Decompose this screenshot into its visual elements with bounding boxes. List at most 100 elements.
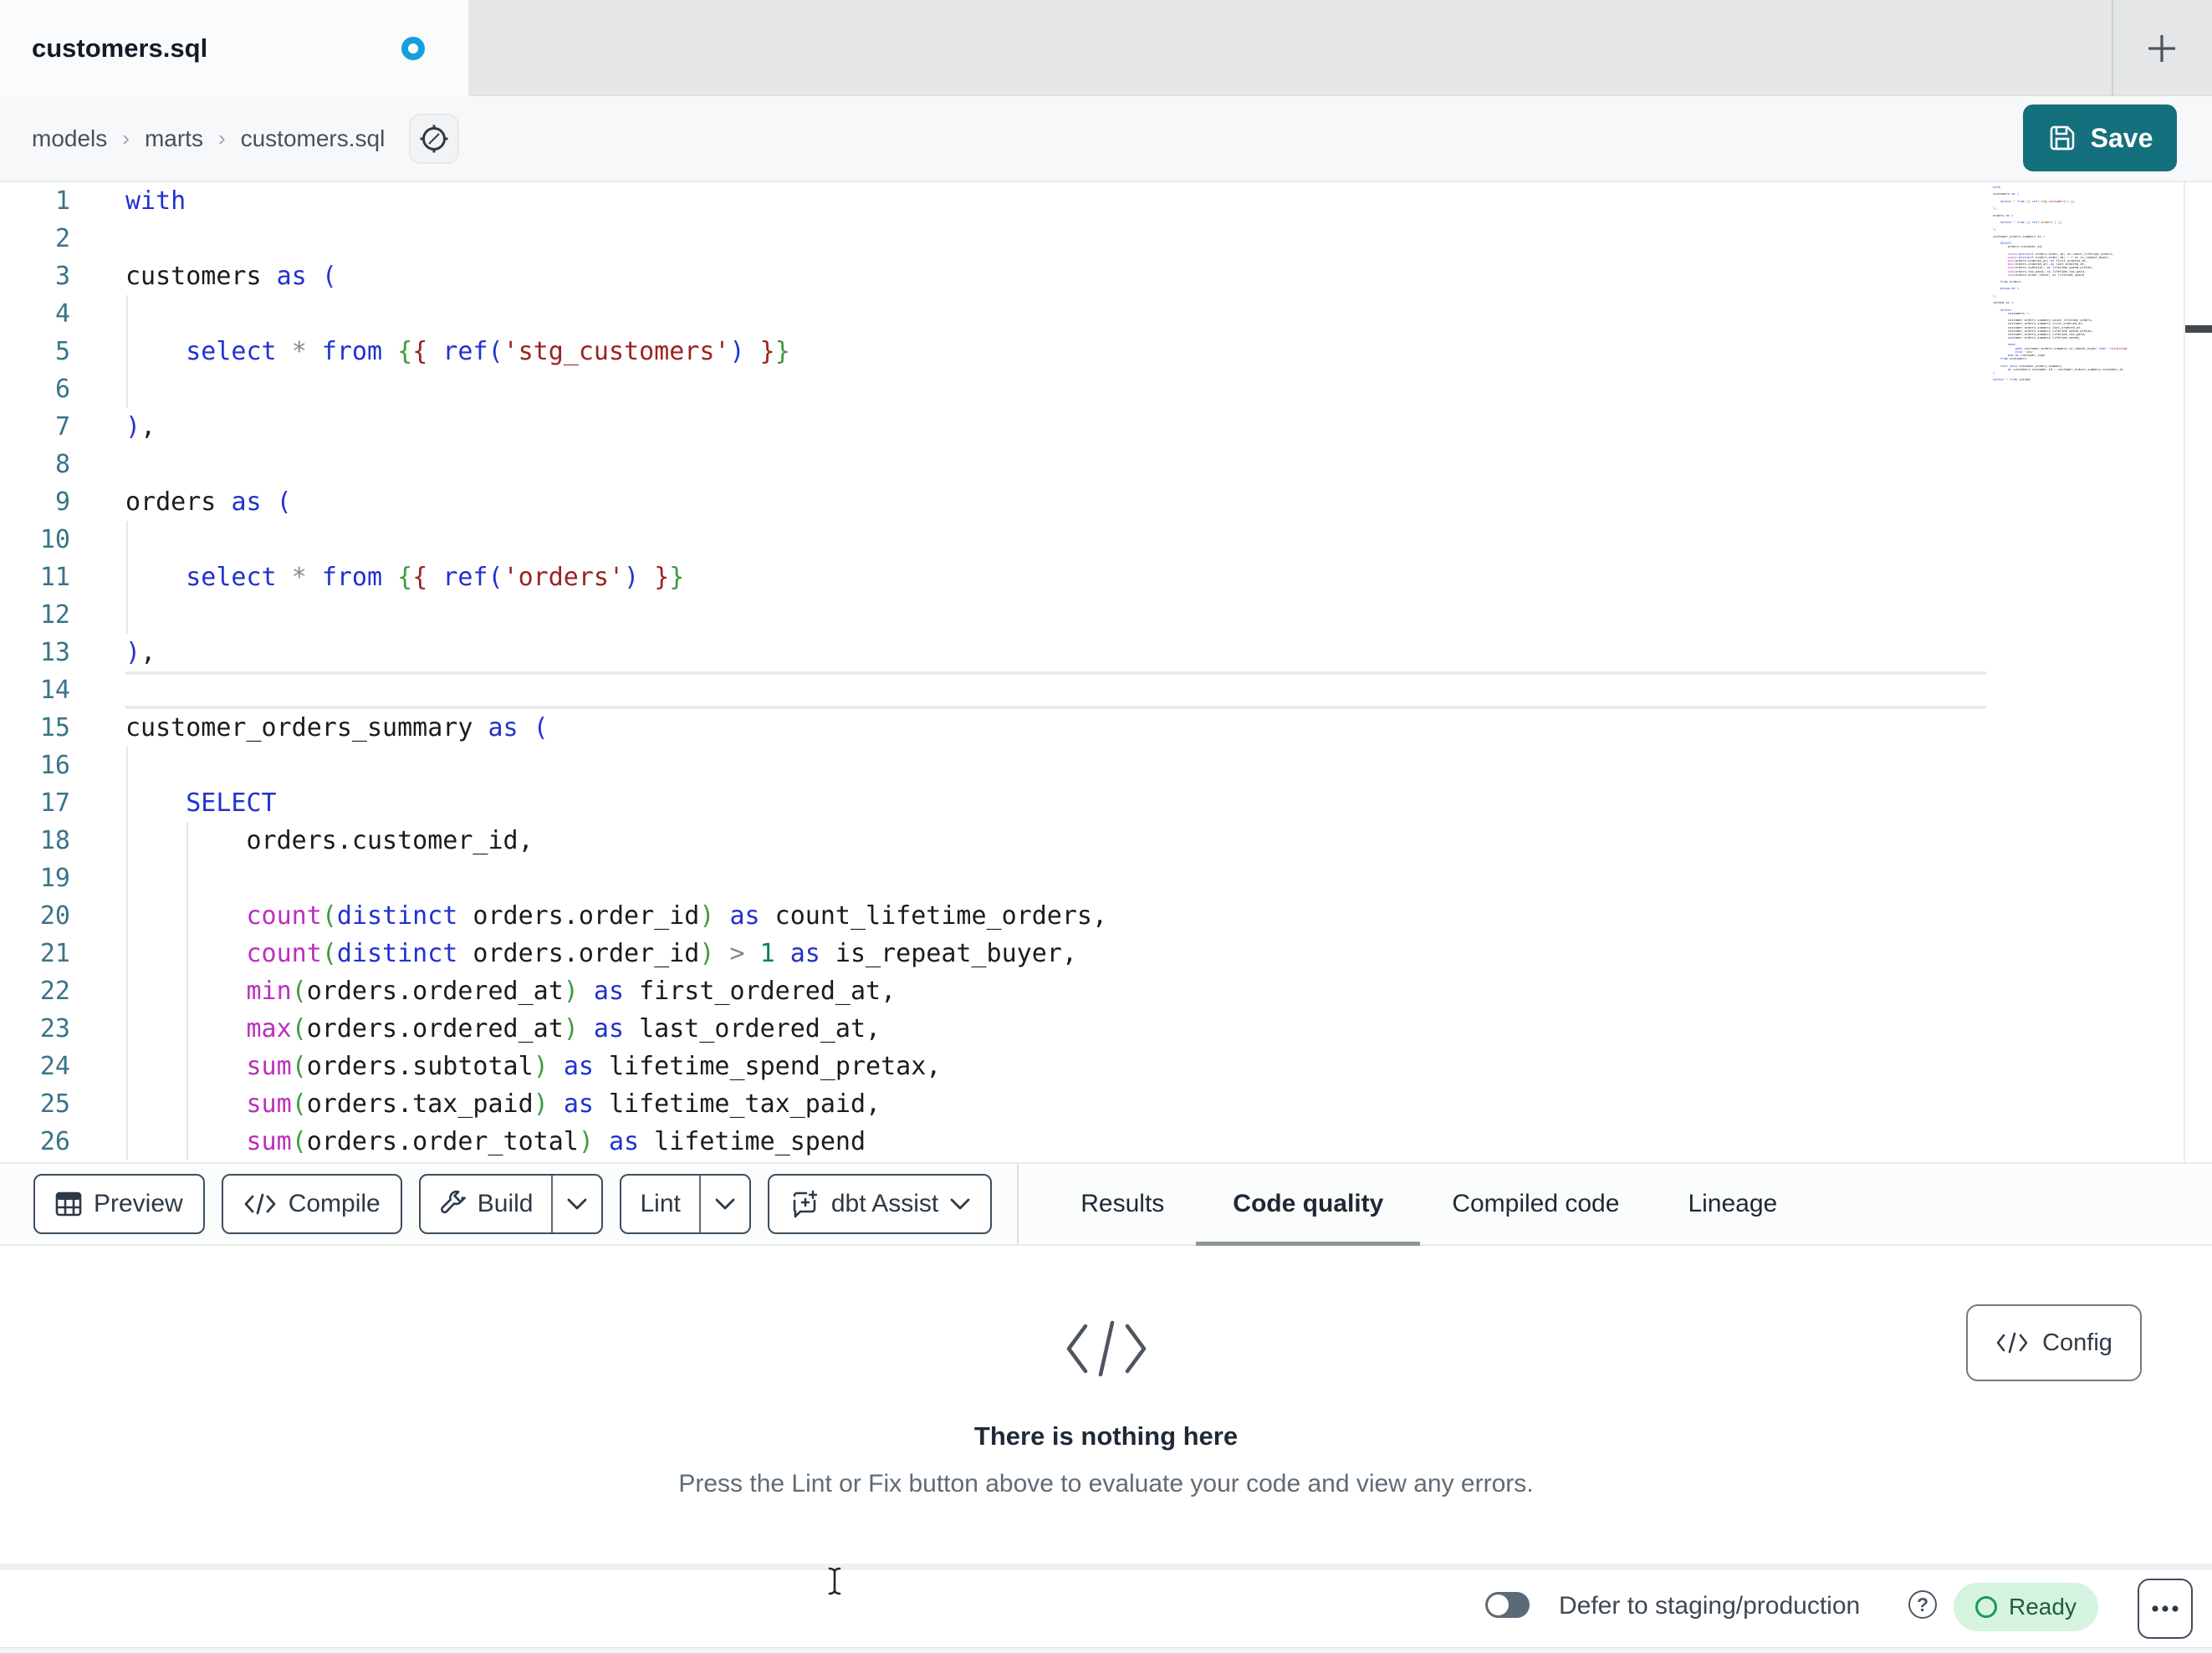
save-button-label: Save xyxy=(2090,122,2153,153)
code-line[interactable]: SELECT xyxy=(125,784,1986,822)
floppy-disk-icon xyxy=(2050,125,2074,151)
chevron-down-icon xyxy=(568,1198,587,1210)
wrench-icon xyxy=(440,1191,466,1214)
line-number-gutter: 1 2 3 4 5 6 7 8 9 10 11 12 13 14 15 16 17 18 19 20 21 22 23 24 2… xyxy=(0,182,125,1161)
build-button[interactable]: Build xyxy=(421,1176,552,1232)
line-number: 26 xyxy=(39,1127,70,1156)
window-bottom-edge xyxy=(0,1647,2212,1653)
code-line[interactable]: orders as ( xyxy=(125,483,1986,521)
editor-scrollbar-thumb[interactable] xyxy=(2185,325,2212,333)
line-number: 9 xyxy=(54,487,70,517)
indent-guide xyxy=(126,897,128,935)
code-line[interactable]: select * from {{ ref('stg_customers') }} xyxy=(125,333,1986,370)
code-line[interactable]: customers as ( xyxy=(125,258,1986,295)
code-line[interactable]: sum(orders.subtotal) as lifetime_spend_p… xyxy=(125,1048,1986,1085)
minimap[interactable]: with customers as ( select * from {{ ref(… xyxy=(1986,186,2184,382)
line-number: 24 xyxy=(39,1052,70,1081)
code-brackets-icon xyxy=(244,1193,276,1215)
lint-split-button: Lint xyxy=(620,1174,751,1234)
code-brackets-icon xyxy=(1066,1320,1146,1377)
tab-strip-divider xyxy=(2112,0,2113,95)
preview-button[interactable]: Preview xyxy=(33,1174,205,1234)
result-tab-compiled-code[interactable]: Compiled code xyxy=(1452,1164,1619,1244)
editor-tab-strip: customers.sql xyxy=(0,0,2212,96)
code-line[interactable]: count(distinct orders.order_id) as count… xyxy=(125,897,1986,935)
code-line[interactable]: with xyxy=(125,182,1986,220)
indent-guide xyxy=(126,1048,128,1085)
build-button-label: Build xyxy=(477,1190,534,1217)
file-tab-customers-sql[interactable]: customers.sql xyxy=(0,0,468,96)
line-number: 25 xyxy=(39,1089,70,1119)
code-line[interactable]: ), xyxy=(125,634,1986,671)
line-number: 11 xyxy=(39,563,70,592)
code-line[interactable]: max(orders.ordered_at) as last_ordered_a… xyxy=(125,1010,1986,1048)
line-number: 10 xyxy=(39,525,70,554)
code-content[interactable]: with customers as ( select * from {{ ref(… xyxy=(125,182,1986,1161)
code-line[interactable]: orders.customer_id, xyxy=(125,822,1986,860)
code-line[interactable]: ), xyxy=(125,408,1986,446)
result-tab-code-quality[interactable]: Code quality xyxy=(1196,1164,1421,1246)
code-line[interactable] xyxy=(125,671,1986,709)
navigate-model-button[interactable] xyxy=(409,114,459,164)
code-line[interactable] xyxy=(125,860,1986,897)
config-button[interactable]: Config xyxy=(1966,1304,2142,1381)
indent-guide xyxy=(186,935,189,972)
indent-guide xyxy=(126,559,128,596)
line-number: 14 xyxy=(39,676,70,705)
code-line[interactable] xyxy=(125,220,1986,258)
dbt-assist-button[interactable]: dbt Assist xyxy=(767,1174,993,1234)
table-grid-icon xyxy=(55,1191,82,1217)
line-number: 21 xyxy=(39,939,70,968)
code-line[interactable] xyxy=(125,596,1986,634)
indent-guide xyxy=(126,822,128,860)
code-line[interactable] xyxy=(125,295,1986,333)
line-number: 6 xyxy=(54,375,70,404)
indent-guide xyxy=(186,897,189,935)
line-number: 4 xyxy=(54,299,70,329)
defer-label: Defer to staging/production xyxy=(1559,1592,1861,1620)
code-line[interactable]: count(distinct orders.order_id) > 1 as i… xyxy=(125,935,1986,972)
line-number: 5 xyxy=(54,337,70,366)
line-number: 13 xyxy=(39,638,70,667)
code-line[interactable] xyxy=(125,370,1986,408)
code-line[interactable]: customer_orders_summary as ( xyxy=(125,709,1986,747)
unsaved-changes-dot-icon xyxy=(401,37,425,60)
indent-guide xyxy=(126,370,128,408)
line-number: 12 xyxy=(39,600,70,630)
lint-button[interactable]: Lint xyxy=(621,1176,698,1232)
save-button[interactable]: Save xyxy=(2023,105,2177,171)
new-tab-button[interactable] xyxy=(2138,24,2186,73)
more-options-button[interactable] xyxy=(2138,1579,2193,1639)
code-line[interactable] xyxy=(125,747,1986,784)
code-line[interactable]: min(orders.ordered_at) as first_ordered_… xyxy=(125,972,1986,1010)
breadcrumb-item-models[interactable]: models xyxy=(32,125,107,152)
chat-bubble-plus-icon xyxy=(793,1190,818,1218)
code-line[interactable]: select * from {{ ref('orders') }} xyxy=(125,559,1986,596)
code-brackets-icon xyxy=(1996,1332,2028,1354)
line-number: 17 xyxy=(39,788,70,818)
status-badge-label: Ready xyxy=(2009,1594,2077,1620)
lint-dropdown-button[interactable] xyxy=(698,1176,749,1232)
help-icon[interactable]: ? xyxy=(1908,1590,1937,1619)
chevron-down-icon xyxy=(715,1198,735,1210)
code-line[interactable]: sum(orders.tax_paid) as lifetime_tax_pai… xyxy=(125,1085,1986,1123)
panel-divider xyxy=(0,1564,2212,1570)
plus-icon xyxy=(2148,35,2175,62)
line-number: 20 xyxy=(39,901,70,931)
code-line[interactable] xyxy=(125,446,1986,483)
code-line[interactable]: sum(orders.order_total) as lifetime_spen… xyxy=(125,1123,1986,1161)
indent-guide xyxy=(126,521,128,559)
result-tab-results[interactable]: Results xyxy=(1080,1164,1164,1244)
breadcrumb-item-customers-sql: customers.sql xyxy=(240,125,386,151)
breadcrumb-item-marts[interactable]: marts xyxy=(145,125,203,152)
code-line[interactable] xyxy=(125,521,1986,559)
empty-state-message: Press the Lint or Fix button above to ev… xyxy=(678,1470,1534,1497)
indent-guide xyxy=(186,1085,189,1123)
defer-toggle[interactable] xyxy=(1485,1592,1530,1618)
code-editor[interactable]: 1 2 3 4 5 6 7 8 9 10 11 12 13 14 15 16 17 18 19 20 21 22 23 24 2… xyxy=(0,182,2212,1162)
dbt-ide-app: customers.sql models › marts › customers… xyxy=(0,0,2212,1653)
compile-button[interactable]: Compile xyxy=(221,1174,402,1234)
result-tab-lineage[interactable]: Lineage xyxy=(1688,1164,1777,1244)
breadcrumb-separator: › xyxy=(217,125,226,151)
build-dropdown-button[interactable] xyxy=(551,1176,601,1232)
